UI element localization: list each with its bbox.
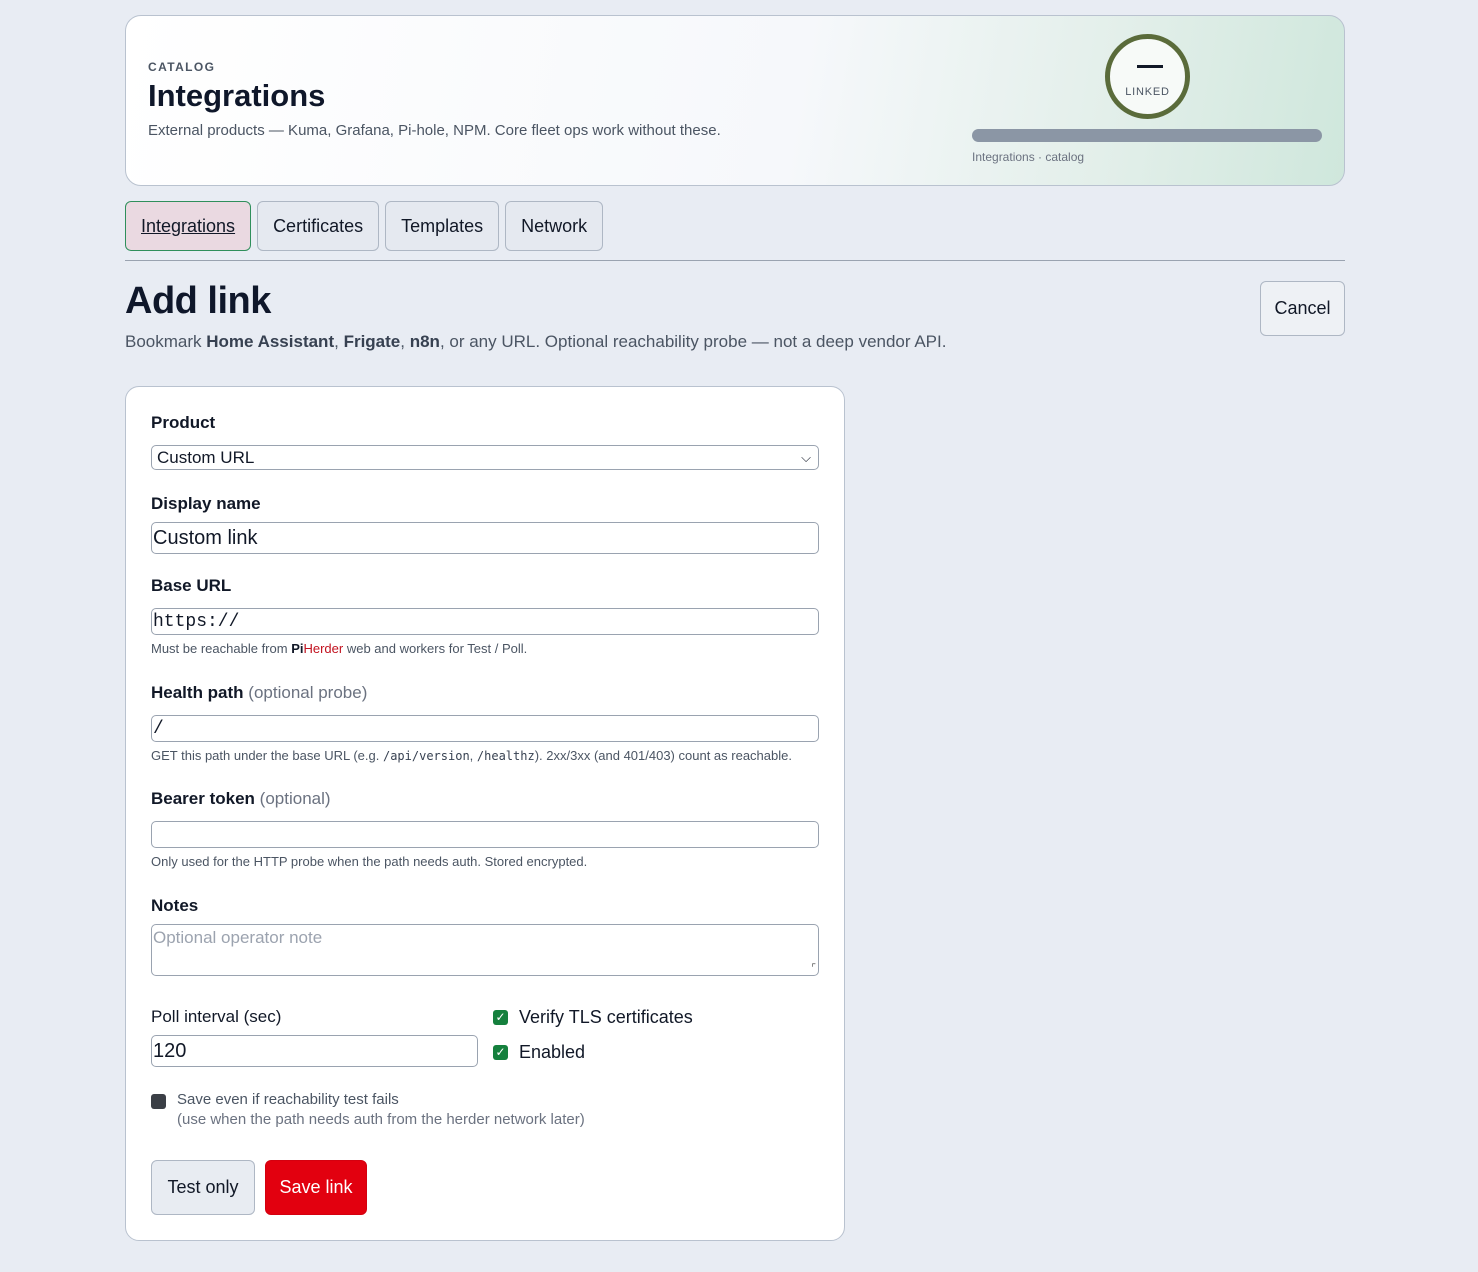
save-link-button[interactable]: Save link [265, 1160, 367, 1215]
help-code: /healthz [476, 749, 535, 763]
page-header-card: CATALOG Integrations External products —… [125, 15, 1345, 186]
progress-caption: Integrations · catalog [972, 150, 1085, 164]
chevron-down-icon: ⌵ [801, 449, 811, 465]
brand-pi: Pi [291, 641, 304, 656]
bearer-token-label: Bearer token (optional) [151, 789, 331, 809]
verify-tls-checkbox[interactable]: ✓ [493, 1010, 508, 1025]
verify-tls-label: Verify TLS certificates [519, 1007, 693, 1027]
linked-status-ring: LINKED [1105, 34, 1190, 119]
section-eyebrow: CATALOG [148, 60, 216, 74]
optional-hint: (optional) [259, 789, 331, 808]
bearer-token-input[interactable] [151, 821, 819, 848]
save-anyway-label: Save even if reachability test fails [177, 1091, 399, 1108]
notes-label: Notes [151, 896, 199, 915]
page-header-title: Integrations [148, 78, 326, 113]
poll-interval-value: 120 [153, 1039, 187, 1062]
base-url-value: https:// [153, 611, 240, 632]
tab-certificates[interactable]: Certificates [257, 201, 380, 251]
help-text: Must be reachable from [151, 641, 292, 656]
tab-integrations[interactable]: Integrations [125, 201, 252, 251]
page-header-subtitle: External products — Kuma, Grafana, Pi-ho… [148, 122, 721, 139]
brand-herder: Herder [303, 641, 344, 656]
page-title: Add link [125, 280, 271, 322]
product-label: Product [151, 413, 216, 432]
bearer-token-label-text: Bearer token [151, 789, 255, 808]
tab-network[interactable]: Network [505, 201, 604, 251]
app-page: CATALOG Integrations External products —… [0, 0, 1478, 1272]
section-tabs: Integrations Certificates Templates Netw… [125, 201, 604, 251]
page-subtitle: Bookmark Home Assistant, Frigate, n8n, o… [125, 332, 946, 352]
base-url-label: Base URL [151, 576, 232, 595]
catalog-progress-bar [972, 129, 1322, 142]
save-anyway-text: Save even if reachability test fails (us… [177, 1091, 585, 1128]
bearer-token-help: Only used for the HTTP probe when the pa… [151, 854, 588, 869]
test-only-button[interactable]: Test only [151, 1160, 255, 1215]
enabled-toggle[interactable]: ✓ Enabled [493, 1042, 585, 1063]
product-select[interactable]: Custom URL ⌵ [151, 445, 819, 470]
display-name-value: Custom link [153, 526, 258, 549]
health-path-help: GET this path under the base URL (e.g. /… [151, 748, 792, 763]
notes-placeholder: Optional operator note [153, 928, 323, 947]
health-path-label-text: Health path [151, 683, 244, 702]
base-url-help: Must be reachable from PiHerder web and … [151, 641, 527, 656]
display-name-input[interactable]: Custom link [151, 522, 819, 554]
health-path-input[interactable]: / [151, 715, 819, 742]
linked-status-label: LINKED [1125, 86, 1170, 98]
optional-hint: (optional probe) [248, 683, 368, 702]
help-text: , [469, 748, 477, 763]
product-select-value: Custom URL [157, 447, 255, 467]
product-home-assistant: Home Assistant [206, 332, 335, 351]
display-name-label: Display name [151, 494, 261, 513]
help-text: GET this path under the base URL (e.g. [151, 748, 383, 763]
verify-tls-toggle[interactable]: ✓ Verify TLS certificates [493, 1007, 693, 1028]
enabled-label: Enabled [519, 1042, 586, 1062]
poll-interval-label: Poll interval (sec) [151, 1007, 282, 1026]
help-code: /api/version [382, 749, 470, 763]
tabs-divider [125, 260, 1345, 261]
subtitle-sep: , [400, 332, 410, 351]
base-url-input[interactable]: https:// [151, 608, 819, 635]
subtitle-prefix: Bookmark [125, 332, 207, 351]
health-path-value: / [153, 718, 164, 739]
save-anyway-hint: (use when the path needs auth from the h… [177, 1111, 585, 1128]
product-n8n: n8n [409, 332, 440, 351]
product-frigate: Frigate [343, 332, 401, 351]
linked-count-dash-icon [1137, 65, 1163, 68]
enabled-checkbox[interactable]: ✓ [493, 1045, 508, 1060]
help-text: ). 2xx/3xx (and 401/403) count as reacha… [534, 748, 792, 763]
poll-interval-input[interactable]: 120 [151, 1035, 478, 1067]
tab-templates[interactable]: Templates [385, 201, 500, 251]
add-link-form: Product Custom URL ⌵ Display name Custom… [125, 386, 845, 1241]
health-path-label: Health path (optional probe) [151, 683, 367, 703]
save-anyway-option[interactable]: Save even if reachability test fails (us… [151, 1091, 585, 1128]
subtitle-suffix: , or any URL. Optional reachability prob… [439, 332, 947, 351]
cancel-button[interactable]: Cancel [1260, 281, 1345, 336]
notes-textarea[interactable]: Optional operator note ⌜ [151, 924, 819, 976]
subtitle-sep: , [334, 332, 344, 351]
save-anyway-checkbox[interactable] [151, 1094, 166, 1109]
resize-grip-icon[interactable]: ⌜ [811, 963, 816, 974]
help-text: web and workers for Test / Poll. [343, 641, 528, 656]
